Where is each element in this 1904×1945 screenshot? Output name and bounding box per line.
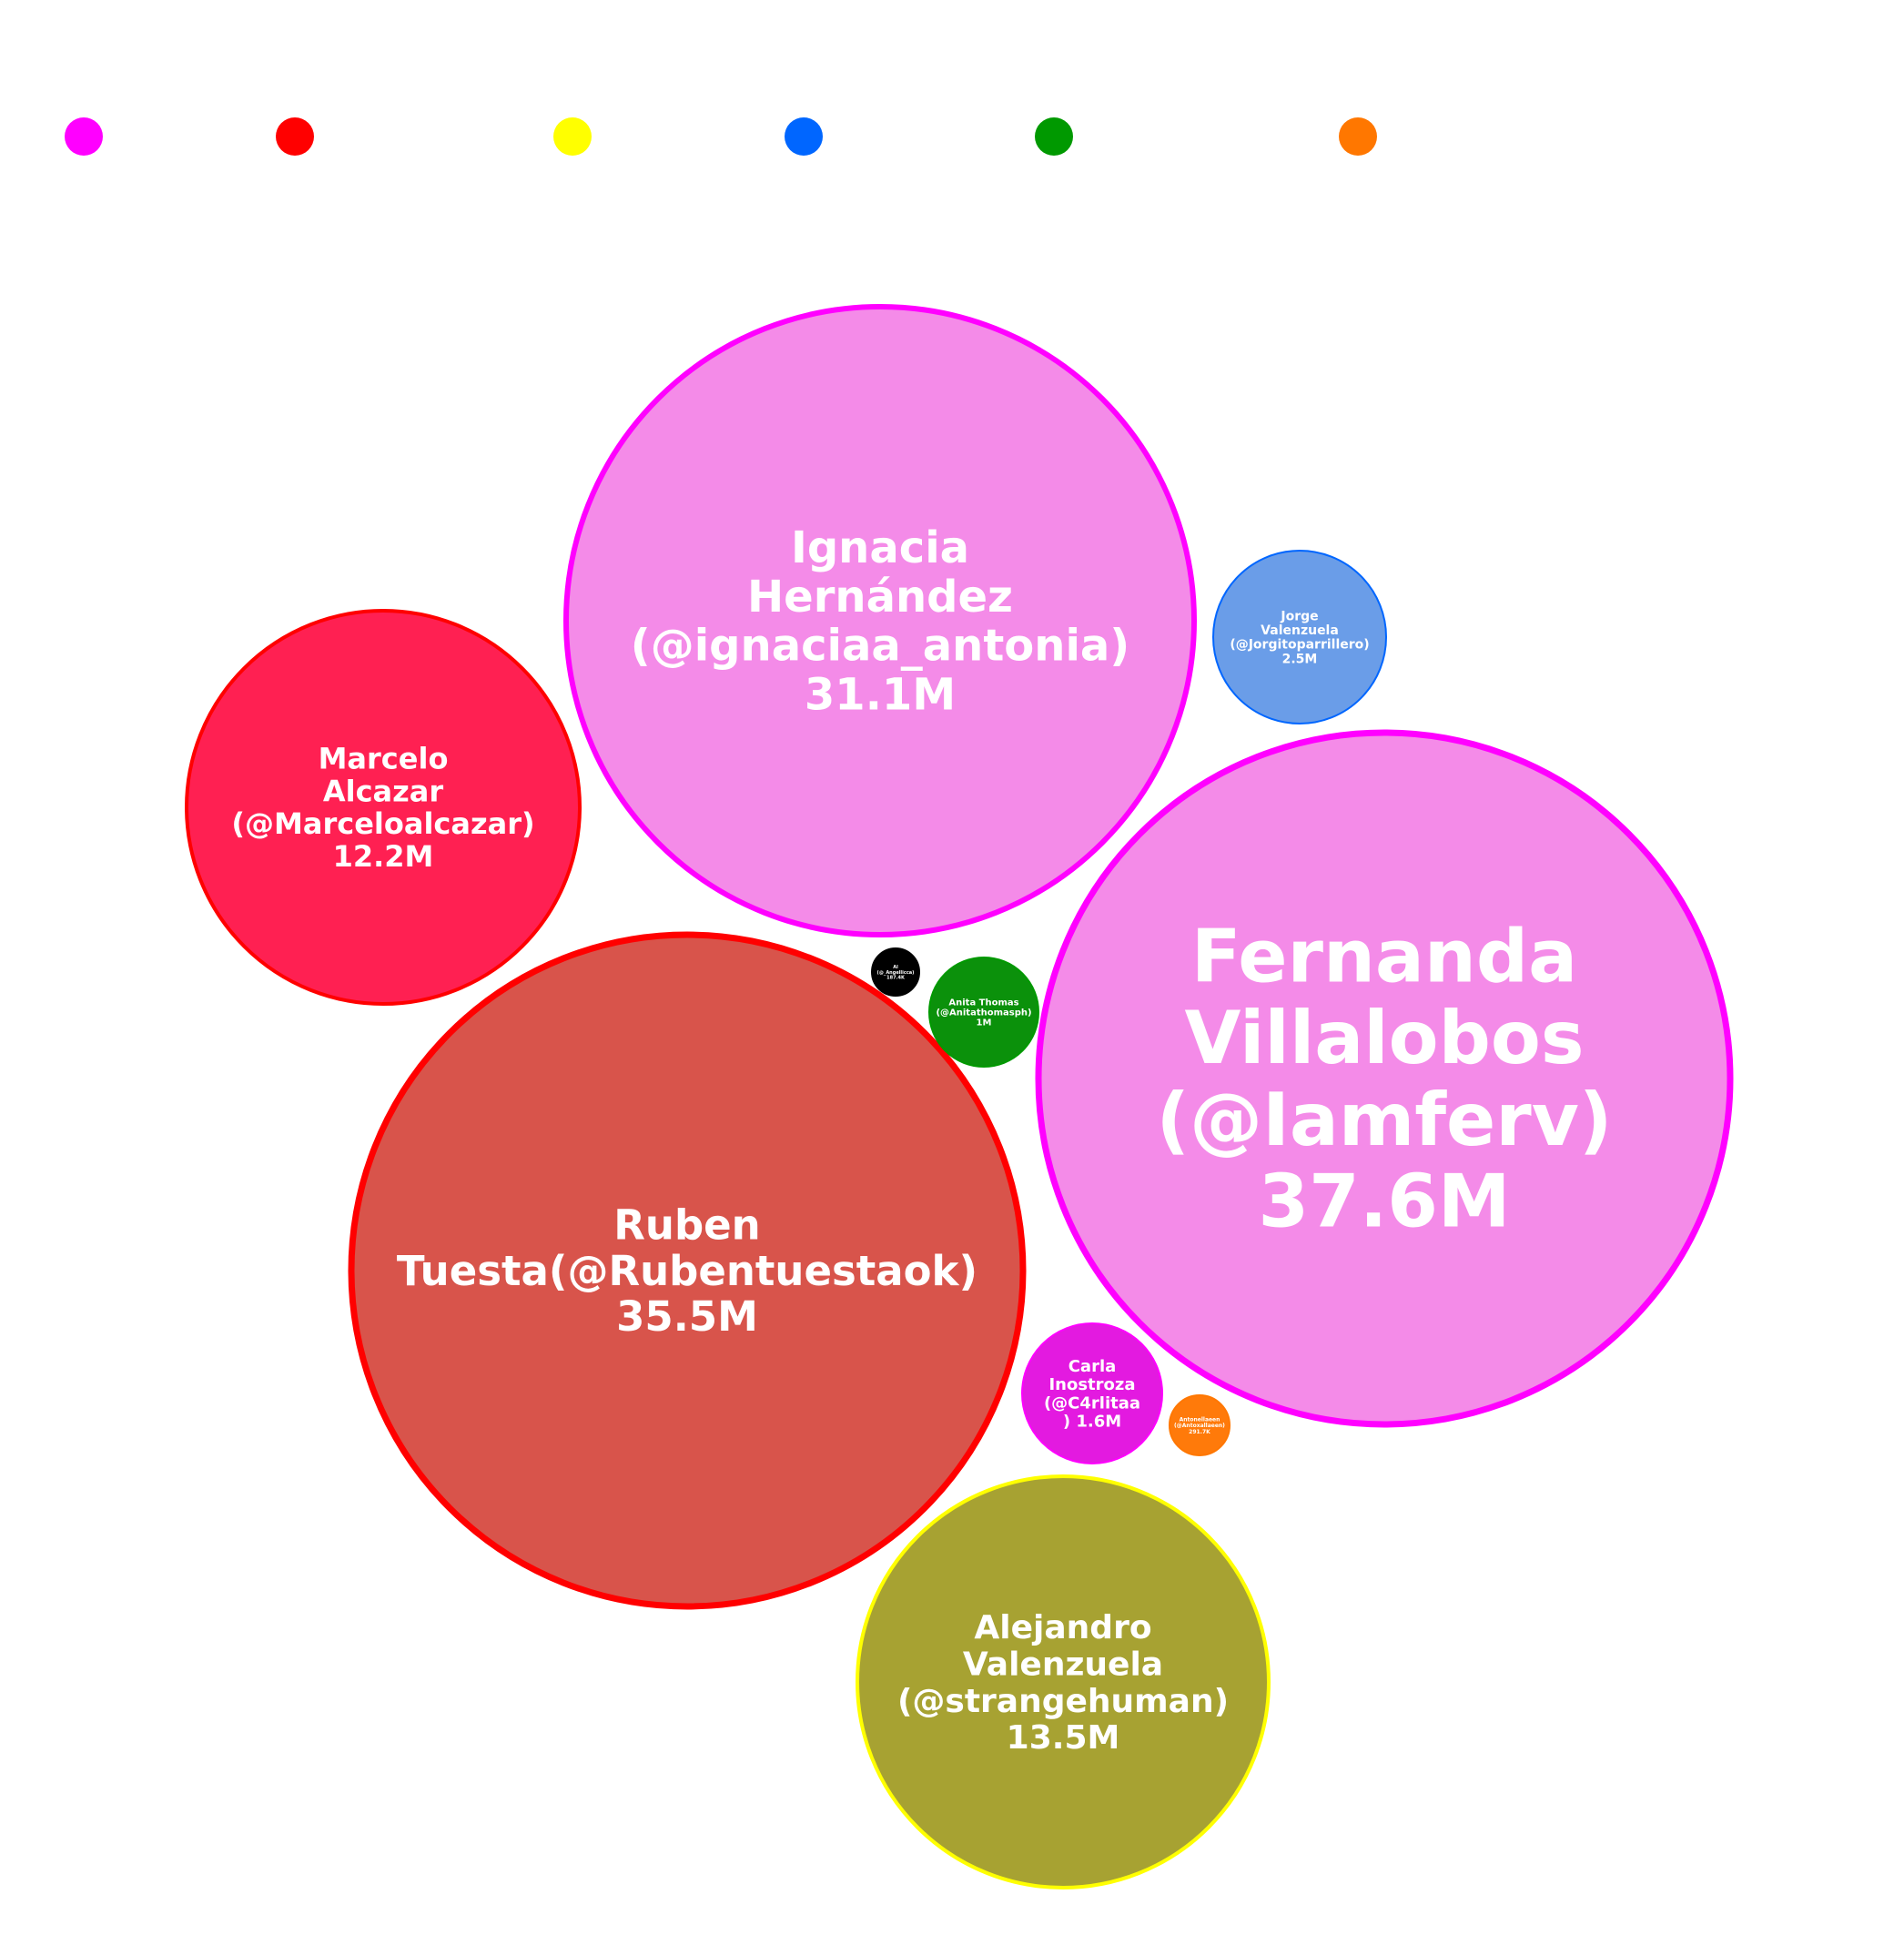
bubble-label-line: Hernández	[747, 572, 1013, 623]
bubble-label-line: Anita Thomas	[948, 998, 1018, 1008]
bubble-carla[interactable]: CarlaInostroza(@C4rlitaa) 1.6M	[1021, 1322, 1163, 1464]
bubble-marcelo[interactable]: MarceloAlcazar(@Marceloalcazar)12.2M	[185, 609, 582, 1006]
bubble-angelo[interactable]: Al(@_Angellicca)187.4K	[871, 947, 920, 997]
bubble-label-line: Marcelo	[319, 741, 449, 775]
bubble-label-line: Carla	[1068, 1357, 1117, 1376]
bubble-label-line: 37.6M	[1259, 1159, 1511, 1243]
legend-dot	[1339, 117, 1377, 156]
bubble-anita[interactable]: Anita Thomas(@Anitathomasph)1M	[928, 957, 1039, 1068]
bubble-label-line: Alcazar	[323, 774, 444, 808]
bubble-label-line: 35.5M	[616, 1292, 758, 1341]
legend-dot	[276, 117, 314, 156]
bubble-label-line: Tuesta(@Rubentuestaok)	[397, 1247, 977, 1295]
bubbles: FernandaVillalobos(@Iamferv)37.6MRubenTu…	[185, 304, 1734, 1889]
legend-dot	[65, 117, 103, 156]
bubble-label-line: 13.5M	[1007, 1719, 1120, 1757]
bubble-label-line: 2.5M	[1282, 652, 1318, 666]
bubble-label-line: ) 1.6M	[1063, 1413, 1121, 1432]
bubble-label-line: 187.4K	[886, 975, 906, 980]
bubble-label-line: 291.7K	[1189, 1429, 1210, 1435]
legend-dot	[553, 117, 592, 156]
bubble-label-line: Ignacia	[791, 522, 969, 573]
bubble-label-line: Fernanda	[1191, 915, 1577, 999]
bubble-label-line: (@Marceloalcazar)	[231, 806, 534, 841]
bubble-label-line: Inostroza	[1048, 1375, 1135, 1394]
bubble-fernanda[interactable]: FernandaVillalobos(@Iamferv)37.6M	[1035, 729, 1734, 1428]
bubble-jorge[interactable]: JorgeValenzuela(@Jorgitoparrillero)2.5M	[1212, 550, 1387, 724]
bubble-label-line: Ruben	[613, 1200, 760, 1249]
legend-dot	[1035, 117, 1073, 156]
bubble-label-line: Villalobos	[1185, 996, 1585, 1080]
bubble-chart: FernandaVillalobos(@Iamferv)37.6MRubenTu…	[65, 117, 1734, 1889]
bubble-label-line: Valenzuela	[1261, 623, 1339, 638]
legend-dot	[785, 117, 823, 156]
bubble-label-line: (@Anitathomasph)	[936, 1008, 1031, 1018]
bubble-label-line: Jorge	[1280, 609, 1318, 623]
bubble-label-line: Alejandro	[974, 1609, 1151, 1646]
bubble-label-line: 1M	[977, 1018, 992, 1028]
bubble-label-line: (@Iamferv)	[1157, 1078, 1613, 1162]
legend	[65, 117, 1377, 156]
bubble-ignacia[interactable]: IgnaciaHernández(@ignaciaa_antonia)31.1M	[563, 304, 1197, 937]
bubble-label-line: (@ignaciaa_antonia)	[631, 621, 1129, 672]
bubble-label-line: Valenzuela	[963, 1646, 1163, 1683]
bubble-label-line: 31.1M	[805, 669, 956, 720]
bubble-label-line: (@C4rlitaa	[1044, 1393, 1140, 1413]
bubble-label-line: (@Jorgitoparrillero)	[1230, 638, 1369, 653]
bubble-alejandro[interactable]: AlejandroValenzuela(@strangehuman)13.5M	[856, 1474, 1271, 1889]
bubble-label-line: (@strangehuman)	[897, 1683, 1229, 1720]
bubble-antonella[interactable]: Antonellaeen(@Antoxallaeen)291.7K	[1169, 1394, 1231, 1456]
bubble-label-line: 12.2M	[333, 839, 434, 874]
bubble-ruben[interactable]: RubenTuesta(@Rubentuestaok)35.5M	[348, 931, 1027, 1610]
